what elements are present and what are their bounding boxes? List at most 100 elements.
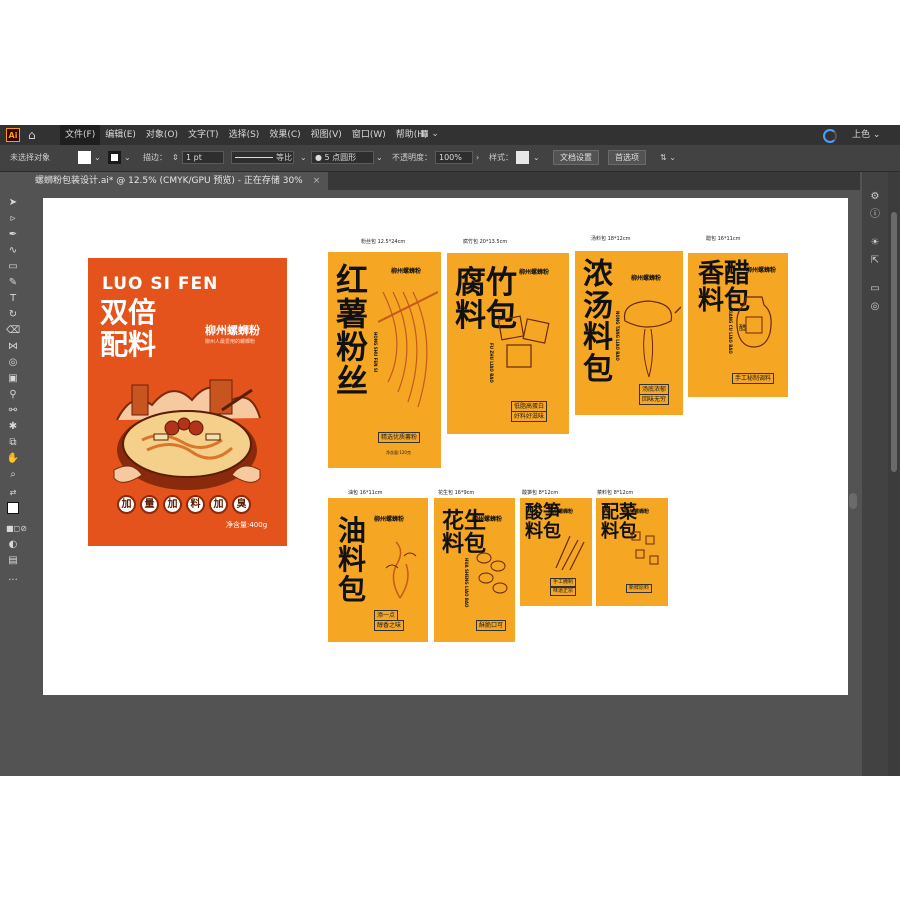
brush-dropdown[interactable]: ● 5 点圆形: [311, 151, 374, 164]
width-tool-icon[interactable]: ⋈: [6, 340, 20, 354]
opacity-field[interactable]: 100%: [435, 151, 473, 164]
control-bar: 未选择对象 ⌄ ⌄ 描边： ⇕ 1 pt 等比 ⌄ ● 5 点圆形 ⌄ 不透明度…: [0, 145, 900, 172]
color-mode-icon[interactable]: ■◻⊘: [6, 522, 27, 536]
pack-you-tag2: 醇香之味: [374, 620, 405, 631]
rotate-tool-icon[interactable]: ↻: [6, 308, 20, 322]
more-tools-icon[interactable]: ···: [6, 574, 20, 588]
main-poster-artwork[interactable]: LUO SI FEN 双倍 配料 柳州螺蛳粉 柳州人最爱用的螺蛳粉 加 量 加 …: [88, 258, 287, 546]
stroke-weight-field[interactable]: 1 pt: [182, 151, 224, 164]
noodle-bowl-illustration: [113, 379, 261, 490]
workspace-switcher[interactable]: 上色 ⌄: [852, 125, 880, 145]
chevron-down-icon[interactable]: ⌄: [124, 145, 131, 171]
scrollbar-thumb[interactable]: [891, 212, 897, 472]
appearance-icon[interactable]: ◎: [868, 300, 882, 314]
poster-weight: 净含量:400g: [226, 521, 268, 529]
pack-cu[interactable]: 香醋料包 XIANG CU LIAO BAO 柳州螺蛳粉 醋 手工秘制调料: [688, 253, 788, 397]
pack-suansun[interactable]: 酸笋料包 柳州螺蛳粉 手工腌制 味道正宗: [520, 498, 592, 606]
chevron-down-icon[interactable]: ⌄: [376, 145, 383, 171]
canvas-scroll-handle[interactable]: [849, 493, 857, 509]
menu-file[interactable]: 文件(F): [60, 125, 101, 145]
stepper-icon[interactable]: ⇕: [172, 145, 179, 171]
eraser-tool-icon[interactable]: ⌫: [6, 324, 20, 338]
pack-you[interactable]: 油料包 柳州螺蛳粉 添一点 醇香之味: [328, 498, 428, 642]
screen-mode-icon[interactable]: ▤: [6, 554, 20, 568]
pack-tang-brand: 柳州螺蛳粉: [631, 275, 662, 282]
menu-view[interactable]: 视图(V): [306, 125, 347, 145]
chevron-down-icon[interactable]: ⌄: [94, 145, 101, 171]
gradient-panel-icon[interactable]: ▭: [868, 282, 882, 296]
export-icon[interactable]: ⇱: [868, 254, 882, 268]
poster-headline-1: 双倍: [100, 296, 157, 329]
fill-swatch[interactable]: [78, 151, 91, 164]
gradient-tool-icon[interactable]: ▣: [6, 372, 20, 386]
workspace-label: 上色: [852, 130, 871, 140]
swap-colors-icon[interactable]: ⇄: [6, 486, 20, 500]
symbol-sprayer-icon[interactable]: ✱: [6, 420, 20, 434]
menu-object[interactable]: 对象(O): [141, 125, 183, 145]
chevron-right-icon[interactable]: ›: [476, 145, 479, 171]
document-tab[interactable]: 螺蛳粉包装设计.ai* @ 12.5% (CMYK/GPU 预览) - 正在存储…: [27, 172, 329, 190]
pack-fensi[interactable]: 红薯粉丝 HONG SHU FEN SI 柳州螺蛳粉 精选优质薯粉 净含量:12…: [328, 252, 441, 468]
menu-select[interactable]: 选择(S): [224, 125, 265, 145]
pack-fuzhu-tag2: 好料好滋味: [511, 411, 548, 422]
brush-tool-icon[interactable]: ✎: [6, 276, 20, 290]
stroke-swatch[interactable]: [108, 151, 121, 164]
drawing-mode-icon[interactable]: ◐: [6, 538, 20, 552]
arrange-icon[interactable]: ⇅ ⌄: [660, 145, 676, 171]
direct-selection-tool-icon[interactable]: ▹: [6, 212, 20, 226]
pen-tool-icon[interactable]: ✒: [6, 228, 20, 242]
pack-tang[interactable]: 浓汤料包 NONG TANG LIAO BAO 柳州螺蛳粉 汤底浓郁 回味无穷: [575, 251, 683, 415]
chevron-down-icon[interactable]: ⌄: [300, 145, 307, 171]
app-logo-icon: Ai: [6, 128, 20, 142]
preferences-button[interactable]: 首选项: [608, 150, 646, 165]
document-setup-button[interactable]: 文档设置: [553, 150, 599, 165]
toolbox: ➤ ▹ ✒ ∿ ▭ ✎ T ↻ ⌫ ⋈ ◎ ▣ ⚲ ⚯ ✱ ⧉ ✋ ⌕ ⇄ ■◻…: [0, 172, 27, 642]
blend-tool-icon[interactable]: ⚯: [6, 404, 20, 418]
menu-type[interactable]: 文字(T): [183, 125, 224, 145]
brightness-icon[interactable]: ☀: [868, 236, 882, 250]
info-icon[interactable]: ⓘ: [868, 208, 882, 222]
uniform-label: 等比: [276, 153, 292, 162]
home-icon[interactable]: ⌂: [28, 128, 42, 142]
eyedropper-tool-icon[interactable]: ⚲: [6, 388, 20, 402]
graphic-style-swatch[interactable]: [516, 151, 529, 164]
style-label: 样式：: [489, 153, 513, 162]
brush-label: 5 点圆形: [324, 153, 357, 162]
soup-spoon-illustration: [623, 300, 681, 378]
selection-tool-icon[interactable]: ➤: [6, 196, 20, 210]
pack-label-fuzhu: 腐竹包 20*13.5cm: [463, 239, 508, 245]
pack-cu-jar-label: 醋: [739, 324, 746, 332]
pack-huasheng[interactable]: 花生料包 HUA SHENG LIAO BAO 柳州螺蛳粉 酥脆口可: [434, 498, 515, 642]
pack-you-title: 油料包: [338, 514, 367, 606]
vertical-scrollbar[interactable]: [888, 172, 900, 776]
zoom-tool-icon[interactable]: ⌕: [6, 468, 20, 482]
menu-edit[interactable]: 编辑(E): [100, 125, 141, 145]
stroke-label: 描边：: [143, 153, 167, 162]
close-icon[interactable]: ×: [313, 176, 321, 186]
hand-tool-icon[interactable]: ✋: [6, 452, 20, 466]
menu-bar: Ai ⌂ 文件(F) 编辑(E) 对象(O) 文字(T) 选择(S) 效果(C)…: [0, 125, 900, 145]
pack-fensi-brand: 柳州螺蛳粉: [391, 268, 422, 275]
opacity-label: 不透明度：: [392, 153, 432, 162]
chevron-down-icon: ⌄: [872, 130, 881, 140]
pack-peicai[interactable]: 配菜料包 柳州螺蛳粉 新鲜原料: [596, 498, 668, 606]
pack-label-huasheng: 花生包 16*9cm: [438, 490, 475, 496]
type-tool-icon[interactable]: T: [6, 292, 20, 306]
fill-stroke-icon[interactable]: [6, 502, 20, 516]
menu-effect[interactable]: 效果(C): [264, 125, 305, 145]
menu-window[interactable]: 窗口(W): [347, 125, 391, 145]
arrange-documents-icon[interactable]: ▦ ⌄: [420, 129, 444, 141]
oil-splash-illustration: [385, 541, 417, 599]
warp-tool-icon[interactable]: ◎: [6, 356, 20, 370]
pack-fuzhu[interactable]: 腐竹料包 FU ZHU LIAO BAO 柳州螺蛳粉 低脂高蛋白 好料好滋味: [447, 253, 569, 434]
menu-items: 文件(F) 编辑(E) 对象(O) 文字(T) 选择(S) 效果(C) 视图(V…: [60, 125, 433, 145]
artboard-tool-icon[interactable]: ⧉: [6, 436, 20, 450]
selection-status: 未选择对象: [10, 153, 50, 162]
dot-icon: ●: [315, 153, 322, 162]
chevron-down-icon[interactable]: ⌄: [533, 145, 540, 171]
curvature-tool-icon[interactable]: ∿: [6, 244, 20, 258]
poster-chip-4: 料: [186, 495, 205, 514]
poster-subline: 柳州人最爱用的螺蛳粉: [205, 339, 256, 345]
properties-gear-icon[interactable]: ⚙: [868, 190, 882, 204]
rectangle-tool-icon[interactable]: ▭: [6, 260, 20, 274]
